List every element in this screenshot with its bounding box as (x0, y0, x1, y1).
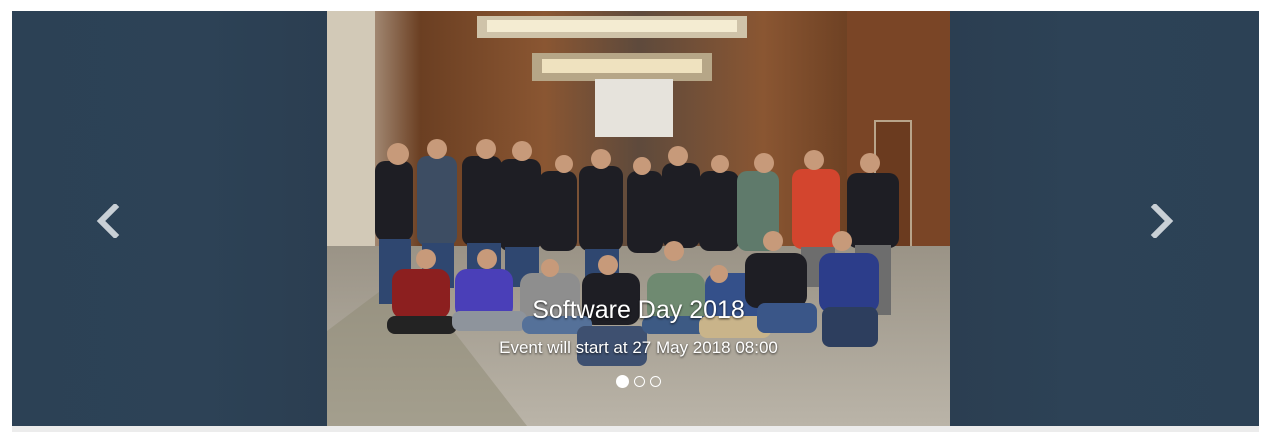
carousel-indicator-2[interactable] (634, 376, 645, 387)
chevron-right-icon (1150, 204, 1174, 238)
carousel-left-panel (12, 11, 327, 426)
carousel-slide-image (327, 11, 950, 426)
carousel-indicators (12, 375, 1259, 388)
carousel-indicator-1[interactable] (616, 375, 629, 388)
carousel-caption-subtitle: Event will start at 27 May 2018 08:00 (499, 338, 778, 357)
page-divider (12, 426, 1259, 432)
carousel-prev-button[interactable] (88, 201, 128, 241)
hero-carousel: Software Day 2018 Event will start at 27… (12, 11, 1259, 426)
carousel-caption-title: Software Day 2018 (532, 296, 745, 324)
carousel-indicator-3[interactable] (650, 376, 661, 387)
carousel-next-button[interactable] (1142, 201, 1182, 241)
carousel-right-panel (950, 11, 1259, 426)
chevron-left-icon (96, 204, 120, 238)
group-photo (327, 11, 950, 426)
